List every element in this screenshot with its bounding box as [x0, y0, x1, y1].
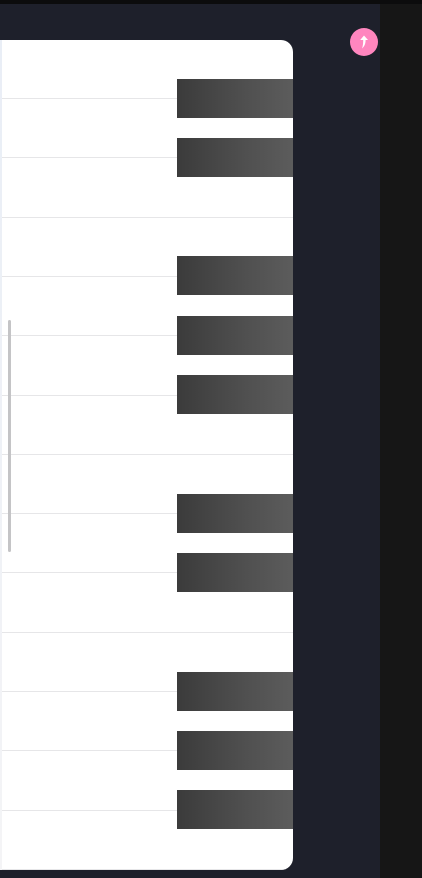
black-key[interactable]: [177, 790, 293, 829]
black-key[interactable]: [177, 79, 293, 118]
scrollbar-thumb[interactable]: [8, 320, 11, 552]
side-strip: [380, 4, 422, 878]
sharp-toggle-button[interactable]: [350, 28, 378, 56]
black-key[interactable]: [177, 553, 293, 592]
black-key[interactable]: [177, 672, 293, 711]
keyboard-edge: [0, 40, 2, 870]
piano-keyboard[interactable]: [0, 40, 293, 870]
black-key[interactable]: [177, 138, 293, 177]
black-key[interactable]: [177, 494, 293, 533]
black-key[interactable]: [177, 375, 293, 414]
black-key[interactable]: [177, 256, 293, 295]
black-key[interactable]: [177, 731, 293, 770]
sharp-arrow-up-icon: [360, 35, 368, 49]
black-key[interactable]: [177, 316, 293, 355]
